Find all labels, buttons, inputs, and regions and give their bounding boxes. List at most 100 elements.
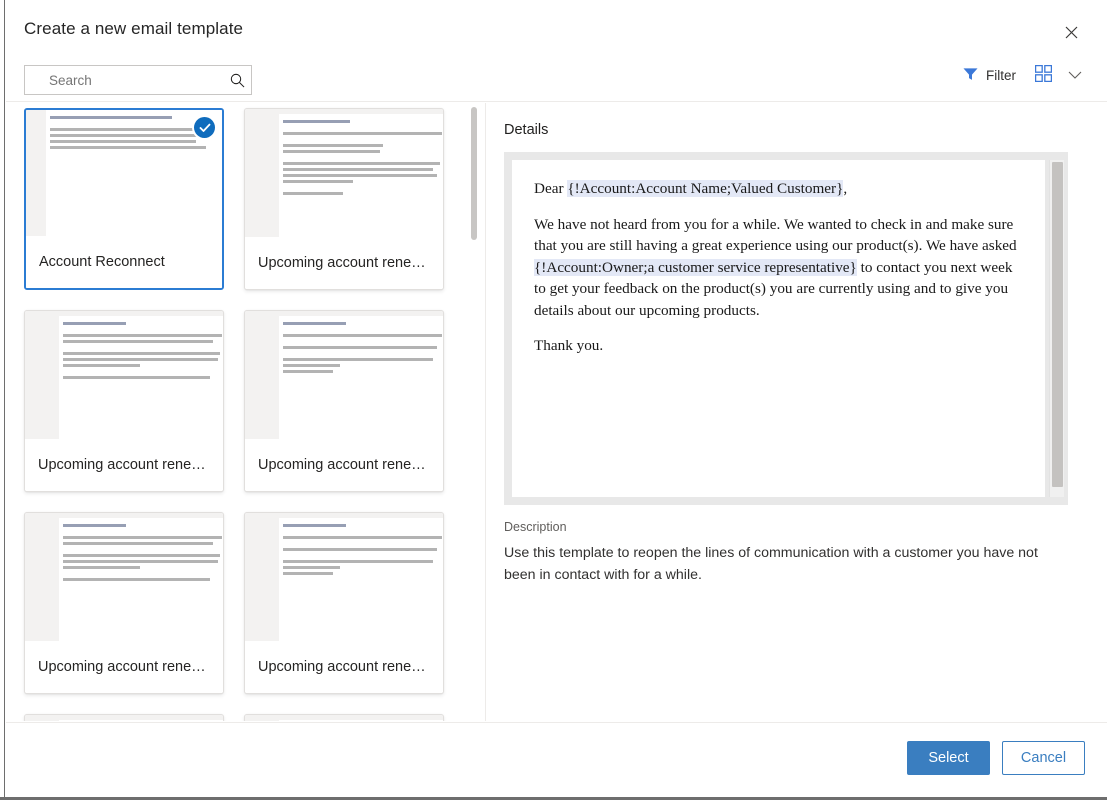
template-card[interactable]: Upcoming account renewa... <box>244 108 444 290</box>
template-card-label: Upcoming account renewa... <box>245 237 443 289</box>
grid-view-button[interactable] <box>1032 62 1055 88</box>
dialog-footer: Select Cancel <box>907 741 1085 775</box>
template-card[interactable]: Upcoming account renewa... <box>24 310 224 492</box>
merge-field-account-name: {!Account:Account Name;Valued Customer} <box>567 180 843 197</box>
thumbnail-text-line <box>50 128 213 131</box>
thumbnail-text-line <box>283 180 353 183</box>
preview-scrollbar-thumb[interactable] <box>1052 162 1063 487</box>
thumbnail-text-line <box>63 340 213 343</box>
preview-greeting: Dear {!Account:Account Name;Valued Custo… <box>534 178 1023 200</box>
close-icon <box>1065 26 1078 39</box>
thumbnail-text-line <box>63 554 220 557</box>
template-card-grid: Account Reconnect Upcoming account renewa… <box>6 103 468 721</box>
template-thumbnail <box>26 110 222 236</box>
template-preview-content: Dear {!Account:Account Name;Valued Custo… <box>512 160 1045 497</box>
thumbnail-text-line <box>63 364 140 367</box>
template-card[interactable]: Upcoming account renewa... <box>24 512 224 694</box>
window-edge-line <box>4 0 5 800</box>
thumbnail-text-line <box>50 146 206 149</box>
template-thumbnail <box>25 311 223 439</box>
thumbnail-text-line <box>283 322 346 325</box>
description-label: Description <box>504 520 567 534</box>
thumbnail-text-line <box>283 548 437 551</box>
template-card[interactable] <box>24 714 224 721</box>
thumbnail-text-line <box>283 364 340 367</box>
thumbnail-text-line <box>283 358 433 361</box>
preview-closing: Thank you. <box>534 335 1023 357</box>
gallery-toolbar: Filter <box>957 62 1085 88</box>
thumbnail-text-line <box>283 334 442 337</box>
template-card-label: Upcoming account renewa... <box>25 641 223 693</box>
thumbnail-text-line <box>283 566 340 569</box>
template-preview-frame: Dear {!Account:Account Name;Valued Custo… <box>504 152 1068 505</box>
search-input[interactable] <box>25 66 230 94</box>
thumbnail-text-line <box>50 116 172 119</box>
template-card[interactable] <box>244 714 444 721</box>
check-icon <box>199 122 211 134</box>
template-thumbnail-preview <box>279 114 443 237</box>
thumbnail-text-line <box>63 352 220 355</box>
template-card-label: Upcoming account renewa... <box>245 641 443 693</box>
search-icon[interactable] <box>230 66 245 94</box>
template-card[interactable]: Upcoming account renewa... <box>244 512 444 694</box>
footer-divider <box>6 722 1107 723</box>
thumbnail-text-line <box>63 358 218 361</box>
thumbnail-text-line <box>63 578 210 581</box>
header-divider <box>6 101 1107 102</box>
search-box[interactable] <box>24 65 252 95</box>
thumbnail-text-line <box>63 536 222 539</box>
template-thumbnail <box>245 311 443 439</box>
email-template-dialog: Create a new email template Filter <box>0 0 1107 800</box>
thumbnail-text-line <box>283 536 442 539</box>
select-button[interactable]: Select <box>907 741 990 775</box>
thumbnail-text-line <box>63 566 140 569</box>
view-options-button[interactable] <box>1065 65 1085 86</box>
template-thumbnail-preview <box>279 518 443 641</box>
thumbnail-text-line <box>63 322 126 325</box>
dialog-title: Create a new email template <box>24 19 243 39</box>
template-card-label: Account Reconnect <box>26 236 222 288</box>
thumbnail-text-line <box>283 192 343 195</box>
thumbnail-text-line <box>283 346 437 349</box>
greeting-suffix: , <box>843 180 847 197</box>
thumbnail-text-line <box>283 560 433 563</box>
thumbnail-text-line <box>50 140 196 143</box>
template-thumbnail <box>25 513 223 641</box>
template-thumbnail-preview <box>59 720 223 721</box>
details-heading: Details <box>504 122 548 138</box>
template-card-label: Upcoming account renewa... <box>25 439 223 491</box>
thumbnail-text-line <box>63 334 222 337</box>
thumbnail-text-line <box>283 150 380 153</box>
thumbnail-text-line <box>283 144 383 147</box>
thumbnail-text-line <box>283 572 333 575</box>
thumbnail-text-line <box>283 162 440 165</box>
grid-view-icon <box>1035 65 1052 85</box>
description-text: Use this template to reopen the lines of… <box>504 543 1056 586</box>
gallery-scrollbar-thumb[interactable] <box>471 107 477 240</box>
filter-label: Filter <box>986 68 1016 83</box>
cancel-button[interactable]: Cancel <box>1002 741 1085 775</box>
template-card-label-text: Upcoming account renewa... <box>38 659 210 675</box>
thumbnail-text-line <box>50 134 213 137</box>
template-card-label: Upcoming account renewa... <box>245 439 443 491</box>
filter-button[interactable]: Filter <box>957 63 1022 88</box>
thumbnail-text-line <box>283 132 442 135</box>
preview-body: We have not heard from you for a while. … <box>534 214 1023 322</box>
thumbnail-text-line <box>283 370 333 373</box>
preview-scrollbar-track[interactable] <box>1049 160 1064 497</box>
thumbnail-text-line <box>283 120 350 123</box>
template-card[interactable]: Account Reconnect <box>24 108 224 290</box>
thumbnail-text-line <box>63 542 213 545</box>
template-card[interactable]: Upcoming account renewa... <box>244 310 444 492</box>
greeting-prefix: Dear <box>534 180 567 197</box>
template-gallery[interactable]: Account Reconnect Upcoming account renewa… <box>6 103 468 721</box>
thumbnail-text-line <box>63 560 218 563</box>
template-thumbnail-preview <box>279 720 443 721</box>
selected-check-badge <box>194 117 215 138</box>
template-thumbnail-preview <box>279 316 443 439</box>
template-card-label-text: Upcoming account renewa... <box>38 457 210 473</box>
thumbnail-text-line <box>283 168 433 171</box>
thumbnail-text-line <box>283 174 437 177</box>
close-button[interactable] <box>1055 16 1087 48</box>
template-card-label-text: Account Reconnect <box>39 254 209 270</box>
